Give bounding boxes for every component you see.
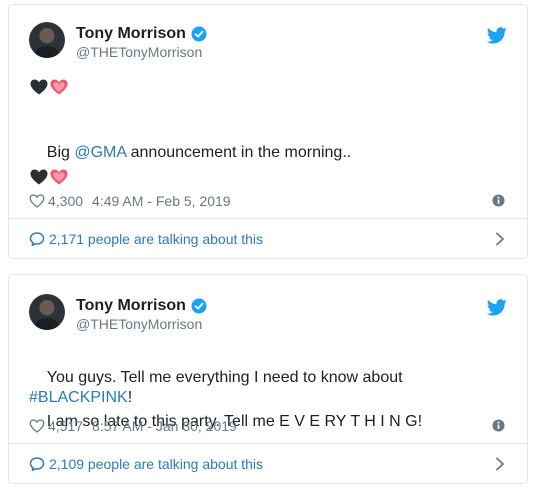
- author-name[interactable]: Tony Morrison: [76, 25, 186, 43]
- avatar[interactable]: [29, 294, 65, 330]
- timestamp-link[interactable]: 4:49 AM - Feb 5, 2019: [92, 193, 231, 209]
- like-heart-icon[interactable]: [29, 193, 45, 209]
- black-heart-icon: [29, 77, 49, 97]
- tweet-card[interactable]: Tony Morrison @THETonyMorrison You guys.…: [8, 274, 528, 484]
- tweet-text-segment: Big: [46, 144, 75, 161]
- author-handle[interactable]: @THETonyMorrison: [76, 44, 202, 60]
- emoji-row: [29, 167, 69, 187]
- like-count[interactable]: 4,300: [48, 193, 83, 209]
- author-handle[interactable]: @THETonyMorrison: [76, 316, 202, 332]
- tweet-text: Big @GMA announcement in the morning..: [29, 123, 507, 183]
- tweet-meta: 4,517 8:57 AM - Jan 30, 2019: [29, 416, 507, 436]
- sparkling-heart-icon: [49, 167, 69, 187]
- verified-badge-icon: [191, 26, 207, 42]
- chevron-right-icon[interactable]: [495, 457, 505, 471]
- black-heart-icon: [29, 167, 49, 187]
- sparkling-heart-icon: [49, 77, 69, 97]
- tweet-header: Tony Morrison @THETonyMorrison: [29, 294, 507, 334]
- like-count[interactable]: 4,517: [48, 418, 83, 434]
- talking-count-link[interactable]: 2,171 people are talking about this: [49, 231, 263, 247]
- speech-bubble-icon: [29, 231, 45, 246]
- author-name[interactable]: Tony Morrison: [76, 297, 186, 315]
- tweet-meta: 4,300 4:49 AM - Feb 5, 2019: [29, 191, 507, 211]
- like-heart-icon[interactable]: [29, 418, 45, 434]
- mention-link[interactable]: @GMA: [74, 144, 126, 161]
- tweet-header: Tony Morrison @THETonyMorrison: [29, 22, 507, 62]
- talking-count-link[interactable]: 2,109 people are talking about this: [49, 456, 263, 472]
- conversation-footer[interactable]: 2,171 people are talking about this: [9, 218, 527, 258]
- chevron-right-icon[interactable]: [495, 232, 505, 246]
- speech-bubble-icon: [29, 456, 45, 471]
- timestamp-link[interactable]: 8:57 AM - Jan 30, 2019: [92, 418, 237, 434]
- emoji-row: [29, 77, 69, 97]
- twitter-bird-icon[interactable]: [487, 299, 507, 316]
- twitter-bird-icon[interactable]: [487, 27, 507, 44]
- conversation-footer[interactable]: 2,109 people are talking about this: [9, 443, 527, 483]
- info-icon[interactable]: [492, 419, 505, 432]
- info-icon[interactable]: [492, 194, 505, 207]
- verified-badge-icon: [191, 298, 207, 314]
- avatar[interactable]: [29, 22, 65, 58]
- tweet-card[interactable]: Tony Morrison @THETonyMorrison Big @GMA …: [8, 4, 528, 259]
- tweet-text-segment: announcement in the morning..: [126, 144, 352, 161]
- tweet-text-segment: You guys. Tell me everything I need to k…: [46, 369, 408, 386]
